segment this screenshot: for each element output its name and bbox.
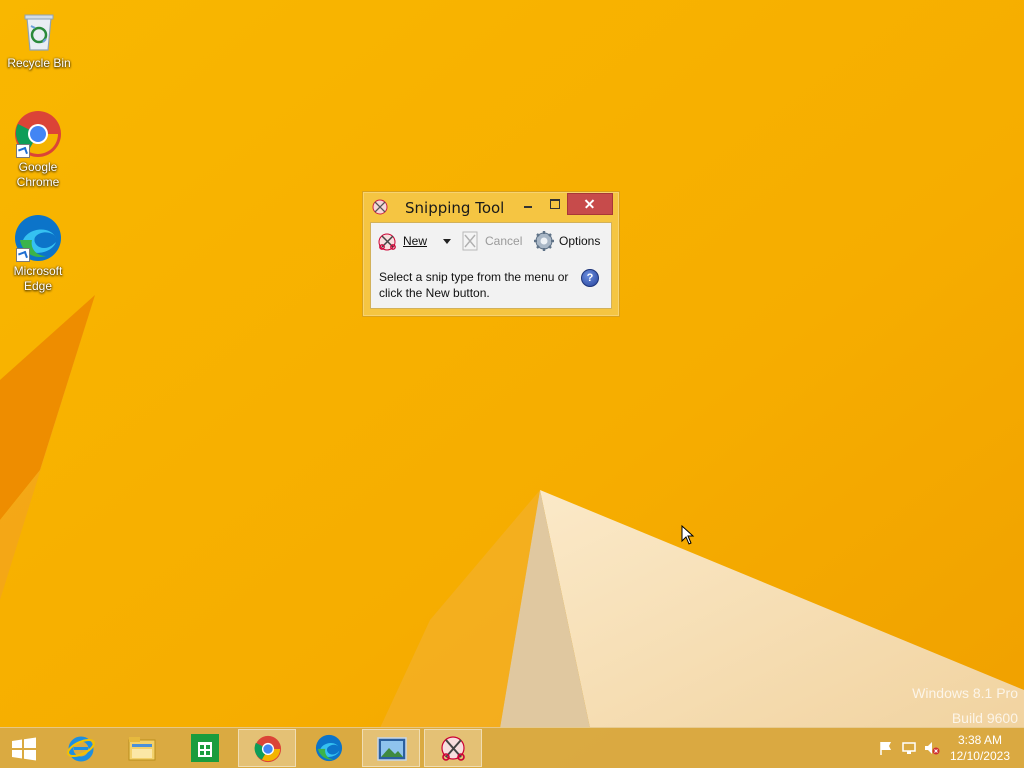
desktop-icon-label: Microsoft Edge	[13, 264, 63, 293]
gear-icon	[533, 230, 555, 252]
taskbar-google-chrome[interactable]	[238, 729, 296, 767]
network-icon[interactable]	[901, 740, 917, 756]
options-button[interactable]: Options	[533, 229, 600, 253]
windows-version-watermark: Windows 8.1 Pro	[912, 685, 1018, 701]
clock[interactable]: 3:38 AM 12/10/2023	[950, 732, 1010, 764]
cancel-button-label: Cancel	[485, 234, 523, 248]
taskbar-snipping-tool[interactable]	[424, 729, 482, 767]
taskbar: 3:38 AM 12/10/2023	[0, 727, 1024, 768]
windows-start-icon	[11, 737, 37, 761]
desktop-icon-label: Recycle Bin	[7, 56, 71, 70]
desktop-wallpaper	[0, 0, 1024, 768]
cancel-button[interactable]: Cancel	[459, 229, 522, 253]
snipping-toolbar: New Cancel Options	[371, 223, 611, 259]
clock-time: 3:38 AM	[957, 733, 1002, 747]
taskbar-microsoft-edge[interactable]	[300, 729, 358, 767]
options-button-label: Options	[559, 234, 601, 248]
desktop-icon-label: Google Chrome	[16, 160, 60, 189]
edge-icon	[14, 214, 62, 262]
new-button-label: New	[403, 234, 428, 248]
chrome-icon	[14, 110, 62, 158]
new-dropdown-arrow[interactable]	[441, 229, 455, 253]
taskbar-store[interactable]	[176, 729, 234, 767]
windows-build-watermark: Build 9600	[951, 710, 1018, 726]
photos-icon	[377, 735, 407, 763]
taskbar-photos[interactable]	[362, 729, 420, 767]
window-client-area: New Cancel Options Select a snip type fr…	[370, 222, 612, 309]
snipping-tool-icon	[371, 198, 389, 216]
desktop-icon-microsoft-edge[interactable]: Microsoft Edge	[3, 214, 73, 294]
mouse-pointer-icon	[681, 524, 695, 545]
clock-date: 12/10/2023	[949, 749, 1010, 763]
taskbar-file-explorer[interactable]	[113, 729, 171, 767]
instruction-text: Select a snip type from the menu or clic…	[379, 270, 569, 300]
store-icon	[190, 734, 220, 762]
internet-explorer-icon	[66, 734, 96, 762]
new-button[interactable]: New	[377, 229, 427, 253]
chrome-icon	[253, 735, 283, 763]
edge-icon	[314, 734, 344, 762]
desktop-icon-recycle-bin[interactable]: Recycle Bin	[4, 6, 74, 71]
system-tray: 3:38 AM 12/10/2023	[864, 728, 1024, 768]
snipping-tool-window[interactable]: Snipping Tool New Cancel Options Select …	[362, 191, 620, 317]
recycle-bin-icon	[15, 6, 63, 54]
action-center-flag-icon[interactable]	[878, 740, 894, 756]
cancel-icon	[459, 230, 481, 252]
maximize-button[interactable]	[541, 193, 567, 213]
help-icon[interactable]: ?	[581, 269, 599, 287]
start-button[interactable]	[0, 729, 50, 767]
snipping-tool-icon	[439, 735, 469, 763]
desktop-icon-google-chrome[interactable]: Google Chrome	[3, 110, 73, 190]
minimize-button[interactable]	[515, 193, 541, 213]
close-button[interactable]	[567, 193, 613, 215]
volume-muted-icon[interactable]	[924, 740, 940, 756]
window-titlebar[interactable]: Snipping Tool	[363, 192, 619, 220]
new-snip-icon	[377, 230, 399, 252]
window-title: Snipping Tool	[405, 199, 505, 217]
taskbar-internet-explorer[interactable]	[52, 729, 110, 767]
file-explorer-icon	[127, 734, 157, 762]
